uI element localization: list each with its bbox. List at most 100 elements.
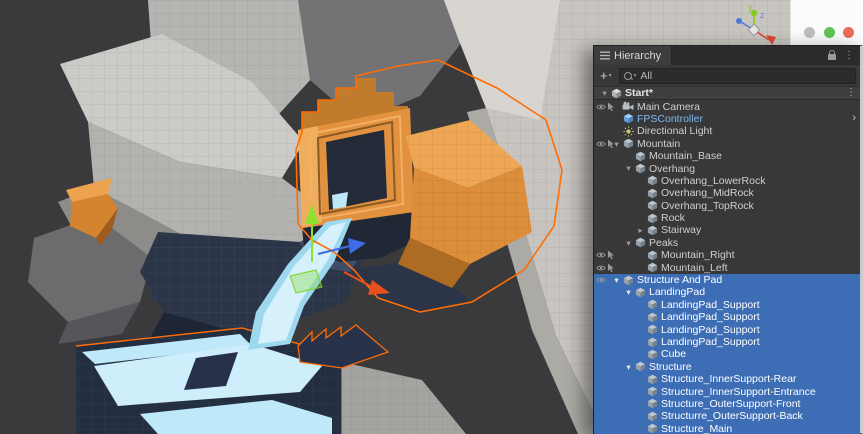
- hierarchy-row-structure[interactable]: ▾ Structure: [594, 361, 860, 373]
- hierarchy-row-structure-main[interactable]: Structure_Main: [594, 423, 860, 434]
- pick-cursor-icon[interactable]: [607, 250, 615, 260]
- hierarchy-row-mountain-base[interactable]: Mountain_Base: [594, 150, 860, 162]
- hierarchy-toolbar: + ▾ ▾ All: [594, 65, 860, 87]
- row-label: Mountain_Base: [649, 150, 722, 162]
- cube-icon: [646, 398, 658, 409]
- hierarchy-row-landingpad-support[interactable]: LandingPad_Support: [594, 311, 860, 323]
- cube-icon: [646, 374, 658, 385]
- camera-icon: [622, 101, 634, 112]
- row-gutter: [596, 261, 615, 273]
- row-label: Structure And Pad: [637, 274, 722, 286]
- search-input[interactable]: ▾ All: [619, 68, 856, 84]
- prefab-icon: [622, 113, 634, 124]
- cube-icon: [646, 423, 658, 434]
- foldout-open-icon[interactable]: ▾: [623, 363, 634, 372]
- row-label: Structure_Main: [661, 423, 732, 434]
- hierarchy-row-peaks[interactable]: ▾Peaks: [594, 237, 860, 249]
- row-label: Start*: [625, 87, 653, 99]
- window-button-gray[interactable]: [804, 27, 815, 38]
- light-icon: [622, 126, 634, 137]
- cube-icon: [634, 151, 646, 162]
- hierarchy-panel: Hierarchy ⋮ + ▾ ▾ All ▾ Start* ⋮ Main Camer…: [593, 45, 863, 434]
- hierarchy-row-landingpad[interactable]: ▾LandingPad: [594, 286, 860, 298]
- visibility-eye-icon[interactable]: [596, 140, 606, 148]
- search-filter-caret-icon: ▾: [634, 73, 637, 79]
- hierarchy-row-landingpad-support[interactable]: LandingPad_Support: [594, 323, 860, 335]
- hierarchy-row-structure-outersupport-front[interactable]: Structure_OuterSupport-Front: [594, 398, 860, 410]
- create-button-label: +: [600, 69, 608, 82]
- cube-icon: [622, 138, 634, 149]
- hierarchy-row-structure-innersupport-entrance[interactable]: Structure_InnerSupport-Entrance: [594, 385, 860, 397]
- visibility-eye-icon[interactable]: [596, 103, 606, 111]
- hierarchy-row-main-camera[interactable]: Main Camera: [594, 100, 860, 112]
- visibility-eye-icon[interactable]: [596, 251, 606, 259]
- hierarchy-row-landingpad-support[interactable]: LandingPad_Support: [594, 336, 860, 348]
- search-value: All: [640, 70, 652, 82]
- window-button-red[interactable]: [843, 27, 854, 38]
- foldout-closed-icon[interactable]: ▸: [635, 226, 646, 235]
- foldout-open-icon[interactable]: ▾: [611, 276, 622, 285]
- foldout-open-icon[interactable]: ▾: [623, 288, 634, 297]
- hierarchy-row-start[interactable]: ▾ Start* ⋮: [594, 87, 860, 100]
- row-label: LandingPad_Support: [661, 311, 760, 323]
- cube-icon: [646, 411, 658, 422]
- hierarchy-row-fpscontroller[interactable]: FPSController›: [594, 113, 860, 125]
- cube-icon: [646, 175, 658, 186]
- hierarchy-row-structure-innersupport-rear[interactable]: Structure_InnerSupport-Rear: [594, 373, 860, 385]
- cube-icon: [634, 237, 646, 248]
- hierarchy-row-mountain-right[interactable]: Mountain_Right: [594, 249, 860, 261]
- row-gutter: [596, 100, 615, 112]
- hierarchy-row-overhang-toprock[interactable]: Overhang_TopRock: [594, 200, 860, 212]
- row-label: Structure_InnerSupport-Entrance: [661, 386, 816, 398]
- unity-editor: y z x Hierarchy ⋮: [0, 0, 863, 434]
- row-menu-dots-icon[interactable]: ⋮: [846, 88, 856, 98]
- create-caret-icon: ▾: [609, 73, 612, 79]
- cube-icon: [646, 225, 658, 236]
- row-label: Mountain_Right: [661, 249, 735, 261]
- lock-icon[interactable]: [828, 54, 836, 60]
- hierarchy-row-cube[interactable]: Cube: [594, 348, 860, 360]
- row-label: Mountain: [637, 138, 680, 150]
- hierarchy-row-overhang-lowerrock[interactable]: Overhang_LowerRock: [594, 175, 860, 187]
- tab-hierarchy[interactable]: Hierarchy: [594, 46, 672, 65]
- cube-icon: [646, 349, 658, 360]
- row-label: LandingPad_Support: [661, 324, 760, 336]
- axis-z-handle[interactable]: [736, 18, 742, 24]
- cube-icon: [646, 200, 658, 211]
- axis-z-label: z: [760, 10, 765, 20]
- hierarchy-row-structurre-outersupport-back[interactable]: Structurre_OuterSupport-Back: [594, 410, 860, 422]
- pick-cursor-icon[interactable]: [607, 263, 615, 273]
- cube-icon: [634, 287, 646, 298]
- hierarchy-row-overhang-midrock[interactable]: Overhang_MidRock: [594, 187, 860, 199]
- row-label: Structure_OuterSupport-Front: [661, 398, 800, 410]
- row-label: Overhang_LowerRock: [661, 175, 765, 187]
- foldout-open-icon[interactable]: ▾: [623, 164, 634, 173]
- foldout-open-icon[interactable]: ▾: [623, 239, 634, 248]
- visibility-eye-icon[interactable]: [596, 264, 606, 272]
- prefab-open-chevron-icon[interactable]: ›: [852, 113, 856, 124]
- tab-menu-dots-icon[interactable]: ⋮: [844, 51, 854, 61]
- row-label: Cube: [661, 348, 686, 360]
- hierarchy-row-structure-and-pad[interactable]: ▾ Structure And Pad: [594, 274, 860, 286]
- cube-icon: [622, 275, 634, 286]
- hierarchy-row-rock[interactable]: Rock: [594, 212, 860, 224]
- hierarchy-row-stairway[interactable]: ▸Stairway: [594, 224, 860, 236]
- row-label: Overhang_TopRock: [661, 200, 754, 212]
- create-button[interactable]: + ▾: [598, 69, 614, 82]
- search-icon: [624, 72, 632, 80]
- cube-icon: [646, 188, 658, 199]
- window-button-green[interactable]: [824, 27, 835, 38]
- cube-icon: [646, 250, 658, 261]
- hierarchy-row-landingpad-support[interactable]: LandingPad_Support: [594, 299, 860, 311]
- hierarchy-row-mountain[interactable]: ▾Mountain: [594, 138, 860, 150]
- foldout-open-icon[interactable]: ▾: [599, 89, 610, 98]
- axis-y-label: y: [748, 2, 753, 12]
- pick-cursor-icon[interactable]: [607, 102, 615, 112]
- hierarchy-row-overhang[interactable]: ▾Overhang: [594, 162, 860, 174]
- row-label: LandingPad_Support: [661, 336, 760, 348]
- visibility-eye-icon[interactable]: [596, 276, 606, 284]
- row-label: Structure: [649, 361, 692, 373]
- hierarchy-row-mountain-left[interactable]: Mountain_Left: [594, 261, 860, 273]
- pick-cursor-icon[interactable]: [607, 139, 615, 149]
- hierarchy-row-directional-light[interactable]: Directional Light: [594, 125, 860, 137]
